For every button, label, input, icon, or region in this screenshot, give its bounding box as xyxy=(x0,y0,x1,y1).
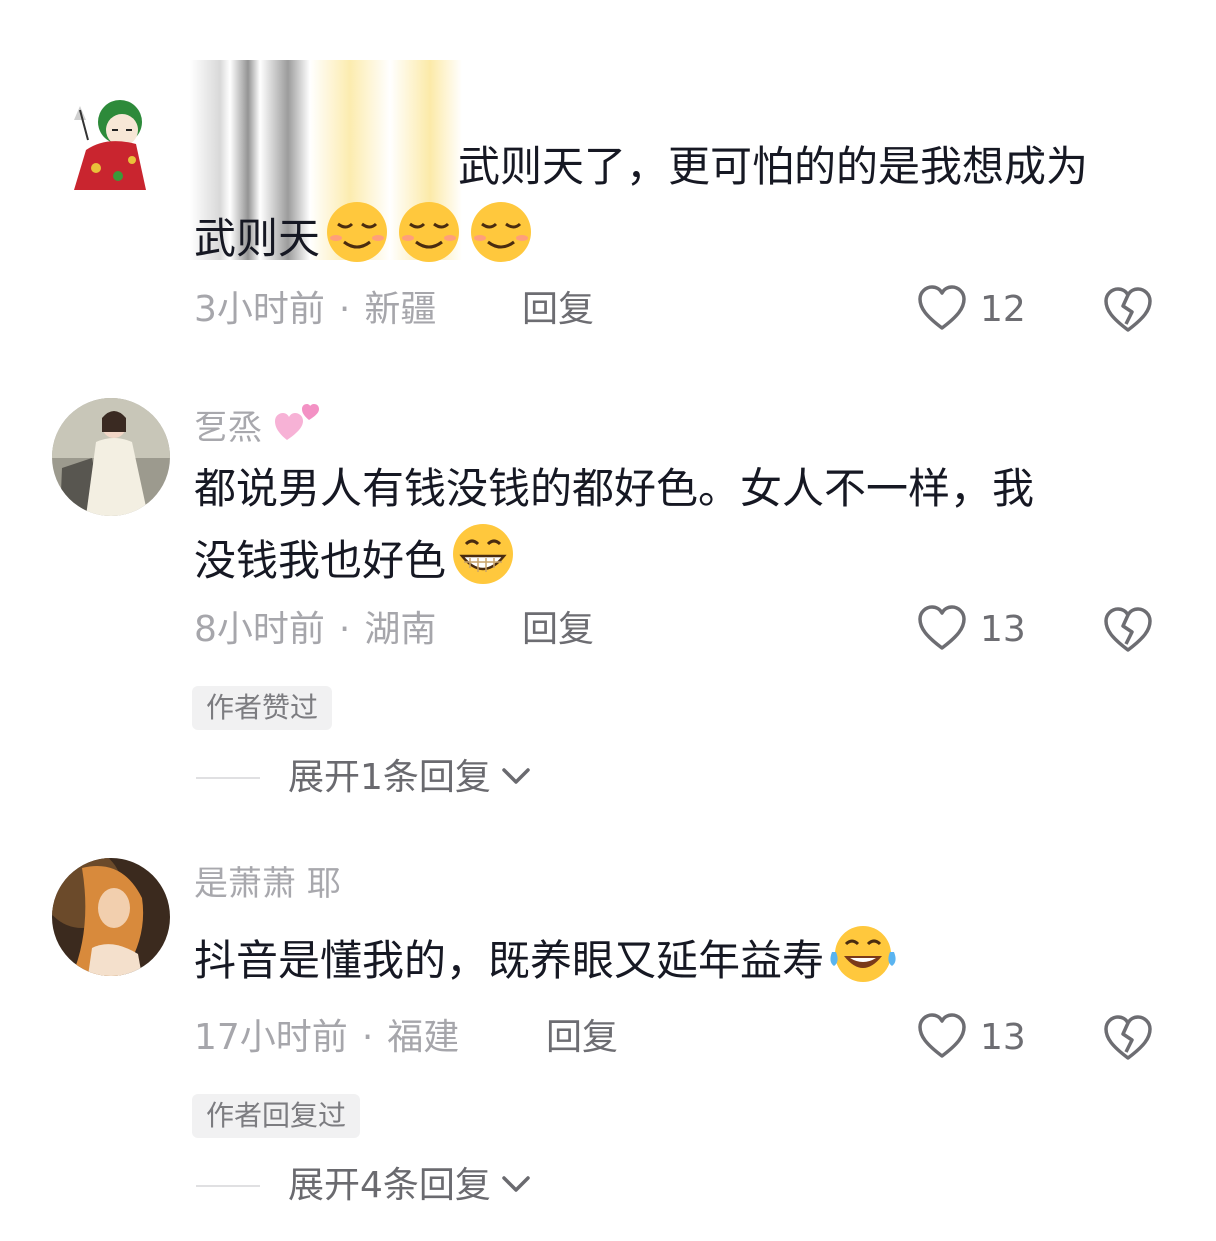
comment-text-part: 武则天 xyxy=(194,214,321,263)
expand-replies-label: 展开4条回复 xyxy=(288,1165,491,1206)
chevron-down-icon xyxy=(499,1172,533,1200)
relieved-face-emoji xyxy=(394,200,464,283)
comment-meta: 8小时前 · 湖南 xyxy=(194,608,436,652)
like-button[interactable]: 13 xyxy=(916,1012,1026,1064)
pink-hearts-icon xyxy=(273,400,321,459)
comment-meta: 3小时前 · 新疆 xyxy=(194,288,436,332)
comment-time: 3小时前 xyxy=(194,289,325,330)
dislike-button[interactable] xyxy=(1102,606,1154,658)
like-button[interactable]: 12 xyxy=(916,284,1026,336)
comment-text-part: 抖音是懂我的，既养眼又延年益寿 xyxy=(194,936,825,985)
reply-button[interactable]: 回复 xyxy=(522,288,594,332)
like-count: 13 xyxy=(980,609,1026,650)
username[interactable]: 乭烝 xyxy=(194,400,321,459)
avatar[interactable] xyxy=(52,858,170,976)
comment-location: 新疆 xyxy=(364,289,437,330)
comment-location: 福建 xyxy=(387,1017,460,1058)
comment-text-part: 没钱我也好色 xyxy=(194,536,447,585)
like-count: 13 xyxy=(980,1017,1026,1058)
comment-text: 武则天了，更可怕的的是我想成为 武则天 xyxy=(194,134,1164,283)
like-count: 12 xyxy=(980,289,1026,330)
like-button[interactable]: 13 xyxy=(916,604,1026,656)
comment-meta: 17小时前 · 福建 xyxy=(194,1016,459,1060)
comment-text-line: 没钱我也好色 xyxy=(194,522,1164,605)
chevron-down-icon xyxy=(499,764,533,792)
comment-text-line: 都说男人有钱没钱的都好色。女人不一样，我 xyxy=(194,464,1035,513)
tears-of-joy-emoji xyxy=(826,922,900,1005)
comment-text-line: 抖音是懂我的，既养眼又延年益寿 xyxy=(194,922,1164,1005)
expand-replies-button[interactable]: 展开1条回复 xyxy=(196,756,533,800)
comment-text-line: 武则天 xyxy=(194,200,1164,283)
grinning-face-emoji xyxy=(448,522,518,605)
comment-text: 抖音是懂我的，既养眼又延年益寿 xyxy=(194,922,1164,1005)
comment-text: 都说男人有钱没钱的都好色。女人不一样，我 没钱我也好色 xyxy=(194,456,1164,605)
broken-heart-icon xyxy=(1102,1015,1154,1066)
broken-heart-icon xyxy=(1102,607,1154,658)
username[interactable]: 是萧萧 耶 xyxy=(194,862,341,906)
meta-separator: · xyxy=(338,609,351,650)
username-text: 乭烝 xyxy=(194,408,262,448)
heart-icon xyxy=(916,284,968,336)
relieved-face-emoji xyxy=(322,200,392,283)
heart-icon xyxy=(916,604,968,656)
dislike-button[interactable] xyxy=(1102,1014,1154,1066)
meta-separator: · xyxy=(361,1017,374,1058)
heart-icon xyxy=(916,1012,968,1064)
dislike-button[interactable] xyxy=(1102,286,1154,338)
expand-replies-label: 展开1条回复 xyxy=(288,757,491,798)
comment-text-line: 武则天了，更可怕的的是我想成为 xyxy=(458,142,1089,191)
relieved-face-emoji xyxy=(466,200,536,283)
avatar[interactable] xyxy=(66,80,154,190)
divider-line xyxy=(196,777,260,779)
meta-separator: · xyxy=(338,289,351,330)
divider-line xyxy=(196,1185,260,1187)
comment-time: 17小时前 xyxy=(194,1017,348,1058)
expand-replies-button[interactable]: 展开4条回复 xyxy=(196,1164,533,1208)
comment-time: 8小时前 xyxy=(194,609,325,650)
author-replied-badge: 作者回复过 xyxy=(192,1094,361,1138)
broken-heart-icon xyxy=(1102,287,1154,338)
comment-location: 湖南 xyxy=(364,609,437,650)
reply-button[interactable]: 回复 xyxy=(546,1016,618,1060)
avatar[interactable] xyxy=(52,398,170,516)
reply-button[interactable]: 回复 xyxy=(522,608,594,652)
author-liked-badge: 作者赞过 xyxy=(192,686,333,730)
